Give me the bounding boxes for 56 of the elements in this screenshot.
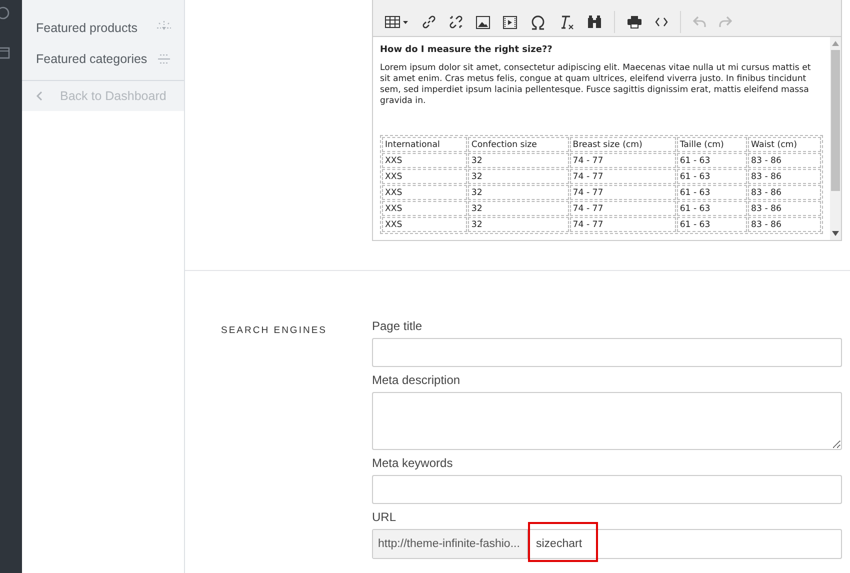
table-cell: 32 xyxy=(468,169,569,184)
table-cell: 61 - 63 xyxy=(676,201,748,216)
table-header: International xyxy=(382,137,468,152)
table-cell: XXS xyxy=(382,169,468,184)
image-icon[interactable] xyxy=(476,16,490,28)
field-label: Meta description xyxy=(372,373,462,387)
link-icon[interactable] xyxy=(422,15,436,29)
sidebar-item[interactable]: Featured categories xyxy=(36,52,148,66)
table-header: Taille (cm) xyxy=(676,137,748,152)
input-field[interactable] xyxy=(372,338,842,367)
video-icon[interactable] xyxy=(503,16,517,28)
table-cell: 74 - 77 xyxy=(570,201,676,216)
table-cell: XXS xyxy=(382,201,468,216)
table-cell: 61 - 63 xyxy=(676,169,748,184)
table-cell: 74 - 77 xyxy=(570,185,676,200)
table-header: Confection size xyxy=(468,137,569,152)
table-cell: XXS xyxy=(382,217,468,232)
binoculars-icon[interactable] xyxy=(587,15,602,29)
scrollbar[interactable] xyxy=(830,37,841,240)
field-label: URL xyxy=(372,510,398,524)
table-cell: 61 - 63 xyxy=(676,217,748,232)
table-cell: 32 xyxy=(468,201,569,216)
sidebar-item[interactable]: Featured products xyxy=(36,20,138,34)
table-header: Breast size (cm) xyxy=(570,137,676,152)
table-icon[interactable] xyxy=(385,15,409,29)
table-cell: 83 - 86 xyxy=(748,153,821,168)
table-cell: XXS xyxy=(382,153,468,168)
content-paragraph: Lorem ipsum dolor sit amet, consectetur adipiscing elit. Maecenas vitae nulla ut mi cursus mattis et sit amet enim. Cras metus felis, congue at quam ultrices, eleifend viverra justo. In finibus tincidunt sem, sed imperdiet ipsum lacinia pellentesque. Fusce sagittis dignissim erat, mattis eleifend massa gravida in. xyxy=(380,63,812,107)
unlink-icon[interactable] xyxy=(449,15,463,29)
scroll-down-icon[interactable] xyxy=(832,231,839,236)
field-label: Page title xyxy=(372,319,424,333)
table-cell: 32 xyxy=(468,217,569,232)
input-field[interactable] xyxy=(372,475,842,504)
table-cell: 74 - 77 xyxy=(570,169,676,184)
window-icon[interactable] xyxy=(0,47,10,59)
table-cell: XXS xyxy=(382,185,468,200)
list-lines-icon xyxy=(157,52,171,66)
table-cell: 32 xyxy=(468,153,569,168)
table-cell: 83 - 86 xyxy=(748,217,821,232)
scrollbar-thumb[interactable] xyxy=(831,50,840,191)
table-cell: 74 - 77 xyxy=(570,153,676,168)
table-cell: 74 - 77 xyxy=(570,217,676,232)
table-cell: 83 - 86 xyxy=(748,185,821,200)
code-icon[interactable] xyxy=(655,17,668,27)
field-label: Meta keywords xyxy=(372,456,454,470)
print-icon[interactable] xyxy=(627,15,642,29)
table-cell: 83 - 86 xyxy=(748,201,821,216)
table-cell: 32 xyxy=(468,185,569,200)
omega-icon[interactable] xyxy=(530,14,546,30)
table-cell: 83 - 86 xyxy=(748,169,821,184)
table-cell: 61 - 63 xyxy=(676,185,748,200)
table-header: Waist (cm) xyxy=(748,137,821,152)
clear-format-icon[interactable] xyxy=(559,14,574,30)
section-title: SEARCH ENGINES xyxy=(220,324,328,338)
table-cell: 61 - 63 xyxy=(676,153,748,168)
content-heading: How do I measure the right size?? xyxy=(380,45,554,55)
